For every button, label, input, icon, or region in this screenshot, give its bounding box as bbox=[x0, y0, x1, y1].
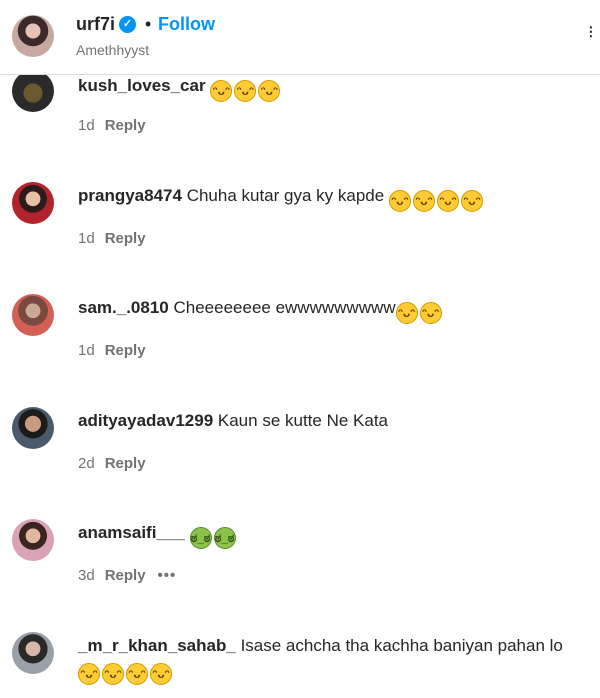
laughing-emoji-icon: ᵔᴗᵔ bbox=[395, 302, 418, 324]
comment-text: _m_r_khan_sahab_ Isase achcha tha kachha… bbox=[78, 636, 563, 656]
commenter-avatar[interactable] bbox=[12, 519, 54, 561]
commenter-username[interactable]: sam._.0810 bbox=[78, 298, 169, 317]
verified-badge-icon: ✓ bbox=[119, 16, 136, 33]
comment-body: Chuha kutar gya ky kapde bbox=[186, 186, 385, 205]
laughing-emoji-icon: ᵔᴗᵔ bbox=[460, 190, 483, 212]
laughing-emoji-icon: ᵔᴗᵔ bbox=[412, 190, 435, 212]
commenter-avatar[interactable] bbox=[12, 632, 54, 674]
comment-body: Kaun se kutte Ne Kata bbox=[217, 411, 388, 430]
nauseated-emoji-icon: ಠ_ಠ bbox=[189, 527, 212, 549]
reply-button[interactable]: Reply bbox=[105, 117, 146, 134]
laughing-emoji-icon: ᵔᴗᵔ bbox=[78, 663, 100, 685]
reply-button[interactable]: Reply bbox=[105, 567, 146, 584]
commenter-username[interactable]: _m_r_khan_sahab_ bbox=[78, 636, 236, 655]
comment-age: 1d bbox=[78, 230, 95, 247]
comment-age: 3d bbox=[78, 567, 95, 584]
comment-body: Isase achcha tha kachha baniyan pahan lo bbox=[240, 636, 563, 655]
author-avatar[interactable] bbox=[12, 15, 54, 57]
laughing-emoji-icon: ᵔᴗᵔ bbox=[419, 302, 442, 324]
comment-meta: 3d Reply ••• bbox=[78, 567, 176, 584]
post-header: urf7i ✓ • Follow Amethhyyst ⁝ bbox=[0, 0, 600, 75]
comment-meta: 1d Reply bbox=[78, 230, 146, 247]
laughing-emoji-icon: ᵔᴗᵔ bbox=[234, 80, 257, 102]
comment-meta: 1d Reply bbox=[78, 117, 146, 134]
separator-dot: • bbox=[145, 14, 152, 34]
comment-age: 2d bbox=[78, 455, 95, 472]
comment-text: sam._.0810 Cheeeeeeee ewwwwwwwww ᵔᴗᵔ ᵔᴗᵔ bbox=[78, 298, 444, 324]
comment-more-options-icon[interactable]: ••• bbox=[158, 567, 177, 584]
laughing-emoji-icon: ᵔᴗᵔ bbox=[150, 663, 172, 685]
commenter-username[interactable]: prangya8474 bbox=[78, 186, 182, 205]
comment-text: anamsaifi___ ಠ_ಠ ಠ_ಠ bbox=[78, 523, 238, 549]
comment-age: 1d bbox=[78, 342, 95, 359]
commenter-username[interactable]: adityayadav1299 bbox=[78, 411, 213, 430]
nauseated-emoji-icon: ಠ_ಠ bbox=[213, 527, 236, 549]
laughing-emoji-icon: ᵔᴗᵔ bbox=[126, 663, 148, 685]
laughing-emoji-icon: ᵔᴗᵔ bbox=[388, 190, 411, 212]
comment-text: kush_loves_car ᵔᴗᵔ ᵔᴗᵔ ᵔᴗᵔ bbox=[78, 76, 282, 102]
comment-age: 1d bbox=[78, 117, 95, 134]
commenter-avatar[interactable] bbox=[12, 70, 54, 112]
commenter-avatar[interactable] bbox=[12, 407, 54, 449]
author-subtitle[interactable]: Amethhyyst bbox=[76, 42, 149, 58]
comment-meta: 1d Reply bbox=[78, 342, 146, 359]
comment-meta: 2d Reply bbox=[78, 455, 146, 472]
comment-text-continued: ᵔᴗᵔ ᵔᴗᵔ ᵔᴗᵔ ᵔᴗᵔ bbox=[78, 659, 174, 685]
laughing-emoji-icon: ᵔᴗᵔ bbox=[102, 663, 124, 685]
commenter-username[interactable]: anamsaifi___ bbox=[78, 523, 185, 542]
reply-button[interactable]: Reply bbox=[105, 230, 146, 247]
commenter-avatar[interactable] bbox=[12, 294, 54, 336]
more-options-icon[interactable]: ⁝ bbox=[588, 22, 600, 42]
commenter-avatar[interactable] bbox=[12, 182, 54, 224]
author-username[interactable]: urf7i bbox=[76, 14, 115, 35]
comment-text: adityayadav1299 Kaun se kutte Ne Kata bbox=[78, 411, 388, 431]
reply-button[interactable]: Reply bbox=[105, 342, 146, 359]
laughing-emoji-icon: ᵔᴗᵔ bbox=[210, 80, 233, 102]
laughing-emoji-icon: ᵔᴗᵔ bbox=[258, 80, 281, 102]
laughing-emoji-icon: ᵔᴗᵔ bbox=[436, 190, 459, 212]
follow-button[interactable]: Follow bbox=[158, 14, 215, 35]
commenter-username[interactable]: kush_loves_car bbox=[78, 76, 206, 95]
comment-text: prangya8474 Chuha kutar gya ky kapde ᵔᴗᵔ… bbox=[78, 186, 485, 212]
comment-body: Cheeeeeeee ewwwwwwwww bbox=[173, 298, 396, 317]
reply-button[interactable]: Reply bbox=[105, 455, 146, 472]
